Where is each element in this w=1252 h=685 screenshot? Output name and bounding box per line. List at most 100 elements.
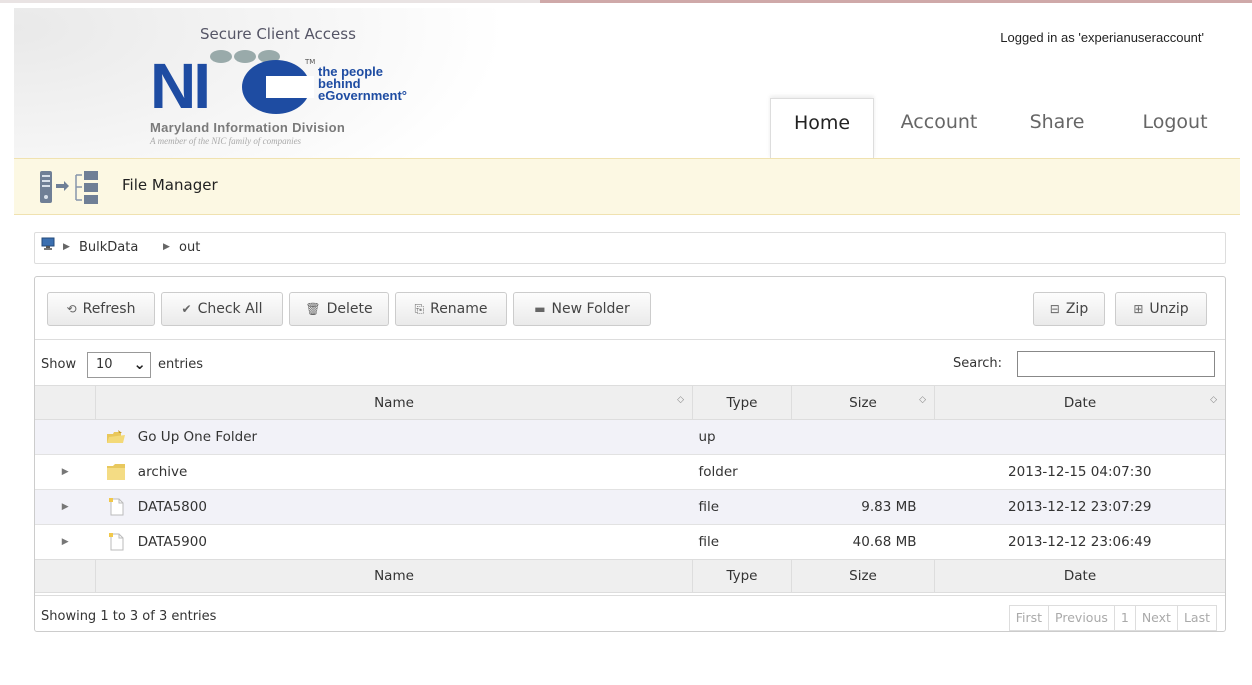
file-name[interactable]: archive (138, 464, 188, 480)
name-cell[interactable]: archive (95, 454, 693, 490)
name-cell[interactable]: Go Up One Folder (95, 419, 693, 455)
expand-cell (35, 419, 96, 455)
toolbar: ⟲ Refresh ✔ Check All 🗑 Delete ⎘ Rename ▬ New… (35, 277, 1225, 339)
size-cell (791, 419, 935, 455)
file-name[interactable]: Go Up One Folder (138, 429, 257, 445)
table-header-row: Name ◇ Type Size ◇ Date ◇ (35, 385, 1225, 420)
pagination: First Previous 1 Next Last (1008, 605, 1217, 631)
window-top-border (0, 0, 1252, 3)
date-cell: 2013-12-15 04:07:30 (934, 454, 1225, 490)
logo-dot (234, 50, 256, 63)
name-cell[interactable]: DATA5900 (95, 524, 693, 560)
file-icon (108, 498, 123, 516)
delete-button[interactable]: 🗑 Delete (289, 292, 389, 326)
size-cell (791, 454, 935, 490)
type-cell: file (692, 489, 792, 525)
folder-up-icon (106, 430, 125, 443)
check-icon: ✔ (181, 302, 192, 316)
expand-column-header (35, 385, 96, 420)
column-header-date[interactable]: Date ◇ (934, 385, 1225, 420)
logged-in-user: Logged in as 'experianuseraccount' (1000, 30, 1204, 45)
size-cell: 40.68 MB (791, 524, 935, 560)
table-controls: Show 10 ⌄ entries Search: (35, 339, 1225, 386)
column-header-name-label: Name (374, 394, 414, 411)
folder-icon: ▬ (534, 302, 546, 316)
folder-icon (106, 464, 125, 480)
new-folder-label: New Folder (551, 301, 630, 317)
chevron-down-icon: ⌄ (133, 355, 146, 373)
file-name[interactable]: DATA5900 (138, 534, 207, 550)
column-footer-size: Size (791, 559, 935, 593)
breadcrumb: ▶ BulkData ▶ out (34, 232, 1226, 264)
logo-dot (210, 50, 232, 63)
table-row[interactable]: ▶ DATA5900 file 40.68 MB 2013-12-12 23:0… (35, 524, 1225, 560)
table-row[interactable]: Go Up One Folder up (35, 419, 1225, 455)
logo-division: Maryland Information Division (150, 120, 346, 135)
logo-tagline: the people behind eGovernment° (318, 64, 408, 103)
table-row[interactable]: ▶ archive folder 2013-12-15 04:07:30 (35, 454, 1225, 490)
zip-button[interactable]: ⊟ Zip (1033, 292, 1105, 326)
pagination-last[interactable]: Last (1176, 606, 1216, 630)
logo-c-shape (242, 60, 314, 114)
search-input[interactable] (1017, 351, 1215, 377)
logo-trademark: TM (305, 58, 316, 66)
column-footer-name: Name (95, 559, 693, 593)
pagination-page-1[interactable]: 1 (1113, 606, 1135, 630)
file-tree-icon (40, 171, 98, 204)
column-header-size[interactable]: Size ◇ (791, 385, 935, 420)
nav-tab-home[interactable]: Home (770, 98, 874, 159)
new-folder-button[interactable]: ▬ New Folder (513, 292, 651, 326)
expand-row-icon[interactable]: ▶ (35, 489, 96, 525)
expand-row-icon[interactable]: ▶ (35, 454, 96, 490)
nav-tab-account[interactable]: Account (884, 98, 994, 158)
pagination-first[interactable]: First (1010, 606, 1048, 630)
zip-icon: ⊟ (1049, 302, 1060, 316)
table-info-row: Showing 1 to 3 of 3 entries First Previo… (35, 595, 1225, 632)
nav-tab-logout[interactable]: Logout (1130, 98, 1220, 158)
breadcrumb-item-bulkdata[interactable]: BulkData (79, 240, 138, 255)
type-cell: folder (692, 454, 792, 490)
rename-label: Rename (430, 301, 488, 317)
breadcrumb-item-out[interactable]: out (179, 240, 200, 255)
column-header-name[interactable]: Name ◇ (95, 385, 693, 420)
refresh-button[interactable]: ⟲ Refresh (47, 292, 155, 326)
type-cell: up (692, 419, 792, 455)
entries-per-page-value: 10 (96, 357, 113, 372)
portal-title: Secure Client Access (200, 25, 356, 43)
check-all-button[interactable]: ✔ Check All (161, 292, 283, 326)
table-row[interactable]: ▶ DATA5800 file 9.83 MB 2013-12-12 23:07… (35, 489, 1225, 525)
unzip-button[interactable]: ⊞ Unzip (1115, 292, 1207, 326)
table-footer-row: Name Type Size Date (35, 559, 1225, 593)
delete-label: Delete (326, 301, 373, 317)
entries-info: Showing 1 to 3 of 3 entries (41, 609, 217, 624)
header: Secure Client Access NI TM the people beh… (14, 8, 1240, 159)
refresh-label: Refresh (82, 301, 136, 317)
sort-icon: ◇ (677, 395, 684, 405)
nav-tab-share[interactable]: Share (1014, 98, 1100, 158)
size-cell: 9.83 MB (791, 489, 935, 525)
computer-icon[interactable] (41, 237, 55, 251)
column-header-size-label: Size (849, 394, 877, 411)
unzip-label: Unzip (1149, 301, 1189, 317)
pagination-next[interactable]: Next (1134, 606, 1177, 630)
logo-member-note: A member of the NIC family of companies (150, 136, 302, 146)
column-header-type[interactable]: Type (692, 385, 792, 420)
expand-row-icon[interactable]: ▶ (35, 524, 96, 560)
name-cell[interactable]: DATA5800 (95, 489, 693, 525)
file-manager-bar: File Manager (14, 158, 1240, 215)
expand-column-footer (35, 559, 96, 593)
date-cell (934, 419, 1225, 455)
file-table: Name ◇ Type Size ◇ Date ◇ Go Up One Fold… (35, 385, 1225, 593)
file-name[interactable]: DATA5800 (138, 499, 207, 515)
type-cell: file (692, 524, 792, 560)
entries-label: entries (158, 357, 204, 372)
rename-button[interactable]: ⎘ Rename (395, 292, 507, 326)
logo-brand: NI (150, 50, 211, 122)
check-all-label: Check All (197, 301, 263, 317)
entries-per-page-select[interactable]: 10 ⌄ (87, 352, 151, 378)
breadcrumb-separator-icon: ▶ (63, 242, 70, 252)
breadcrumb-separator-icon: ▶ (163, 242, 170, 252)
file-panel: ⟲ Refresh ✔ Check All 🗑 Delete ⎘ Rename ▬ New… (34, 276, 1226, 632)
pagination-previous[interactable]: Previous (1048, 606, 1114, 630)
refresh-icon: ⟲ (66, 302, 77, 316)
